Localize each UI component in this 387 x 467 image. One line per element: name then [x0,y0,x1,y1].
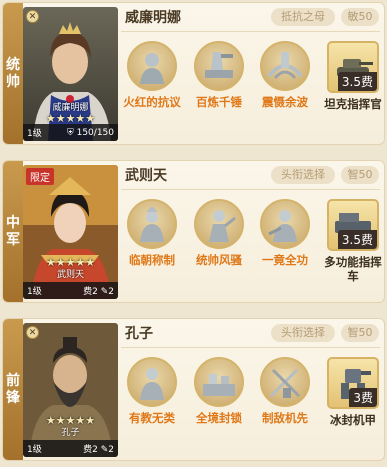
skill-label: 火红的抗议 [123,95,181,109]
tactic-cost: 3.5费 [337,230,377,249]
hero-status-bar: 1级 ⛨ 150/150 [23,124,118,141]
title-tag[interactable]: 抵抗之母 [271,8,335,26]
portrait-name: 武则天 [56,270,84,280]
cost-display: 费2 ✎2 [83,445,114,455]
tactic-label: 多功能指挥车 [324,255,382,283]
skill-label: 制敌机先 [262,411,308,425]
hero-portrait[interactable]: 限定 ★★★★★ 武则天 1级 费2 ✎2 [23,165,118,299]
commander-icon [194,199,244,249]
lockdown-icon [194,357,244,407]
sage-icon [127,357,177,407]
skill-label: 统帅风骚 [196,253,242,267]
shockwave-icon [260,41,310,91]
skill-slot-1[interactable]: 火红的抗议 [123,41,181,109]
hero-portrait[interactable]: ✕ 威廉明娜 ★★★★★ 1级 ⛨ 150/150 [23,7,118,141]
skill-slot-1[interactable]: 临朝称制 [123,199,181,267]
troops-display: ⛨ 150/150 [66,127,114,138]
command-vehicle-icon: 3.5费 [327,199,379,251]
level-text: 1级 [27,129,42,139]
skill-label: 百炼千锤 [196,95,242,109]
forge-icon [194,41,244,91]
skill-slot-2[interactable]: 统帅风骚 [190,199,248,267]
swords-icon [260,357,310,407]
skill-label: 震慑余波 [262,95,308,109]
skill-label: 一竟全功 [262,253,308,267]
hero-status-bar: 1级 费2 ✎2 [23,282,118,299]
position-tab: 统 帅 [3,3,23,144]
divider [121,347,380,348]
hero-name: 威廉明娜 [125,10,181,26]
tactic-slot[interactable]: 3费 冰封机甲 [323,357,383,427]
stat-badge: 智50 [341,324,379,342]
tank-icon: 3.5费 [327,41,379,93]
skill-slot-2[interactable]: 百炼千锤 [190,41,248,109]
protest-bust-icon [127,41,177,91]
limited-badge: 限定 [26,168,54,185]
stat-badge: 敏50 [341,8,379,26]
divider [121,31,380,32]
level-text: 1级 [27,287,42,297]
tactic-slot[interactable]: 3.5费 坦克指挥官 [323,41,383,111]
title-tag[interactable]: 头衔选择 [271,324,335,342]
skill-label: 全境封锁 [196,411,242,425]
position-tab: 中 军 [3,161,23,302]
troop-icon: ⛨ [66,127,74,138]
tactic-cost: 3费 [349,388,377,407]
title-tag[interactable]: 头衔选择 [271,166,335,184]
tactic-label: 冰封机甲 [330,413,376,427]
tactic-cost: 3.5费 [337,72,377,91]
skill-slot-3[interactable]: 制敌机先 [256,357,314,425]
cost-display: 费2 ✎2 [83,287,114,297]
hero-card-1[interactable]: 统 帅 ✕ 威廉明娜 ★★★★★ 1级 ⛨ 150/150 威廉明娜 抵抗之母 … [2,2,385,145]
hero-status-bar: 1级 费2 ✎2 [23,440,118,457]
close-icon[interactable]: ✕ [26,326,39,339]
skill-slot-3[interactable]: 震慑余波 [256,41,314,109]
skill-label: 临朝称制 [129,253,175,267]
portrait-name: 孔子 [61,428,80,438]
skill-slot-1[interactable]: 有教无类 [123,357,181,425]
hero-name: 孔子 [125,326,153,342]
ice-mech-icon: 3费 [327,357,379,409]
hero-name: 武则天 [125,168,167,184]
divider [121,189,380,190]
empress-icon [127,199,177,249]
skill-label: 有教无类 [129,411,175,425]
skill-slot-3[interactable]: 一竟全功 [256,199,314,267]
hero-card-2[interactable]: 中 军 限定 ★★★★★ 武则天 1级 费2 ✎2 武则天 头衔选择 智50 临… [2,160,385,303]
skill-slot-2[interactable]: 全境封锁 [190,357,248,425]
close-icon[interactable]: ✕ [26,10,39,23]
tactic-slot[interactable]: 3.5费 多功能指挥车 [323,199,383,283]
hero-card-3[interactable]: 前 锋 ✕ ★★★★★ 孔子 1级 费2 ✎2 孔子 头衔选择 智50 有教无类 [2,318,385,461]
hero-portrait[interactable]: ✕ ★★★★★ 孔子 1级 费2 ✎2 [23,323,118,457]
position-tab: 前 锋 [3,319,23,460]
level-text: 1级 [27,445,42,455]
stat-badge: 智50 [341,166,379,184]
warrior-icon [260,199,310,249]
tactic-label: 坦克指挥官 [324,97,382,111]
